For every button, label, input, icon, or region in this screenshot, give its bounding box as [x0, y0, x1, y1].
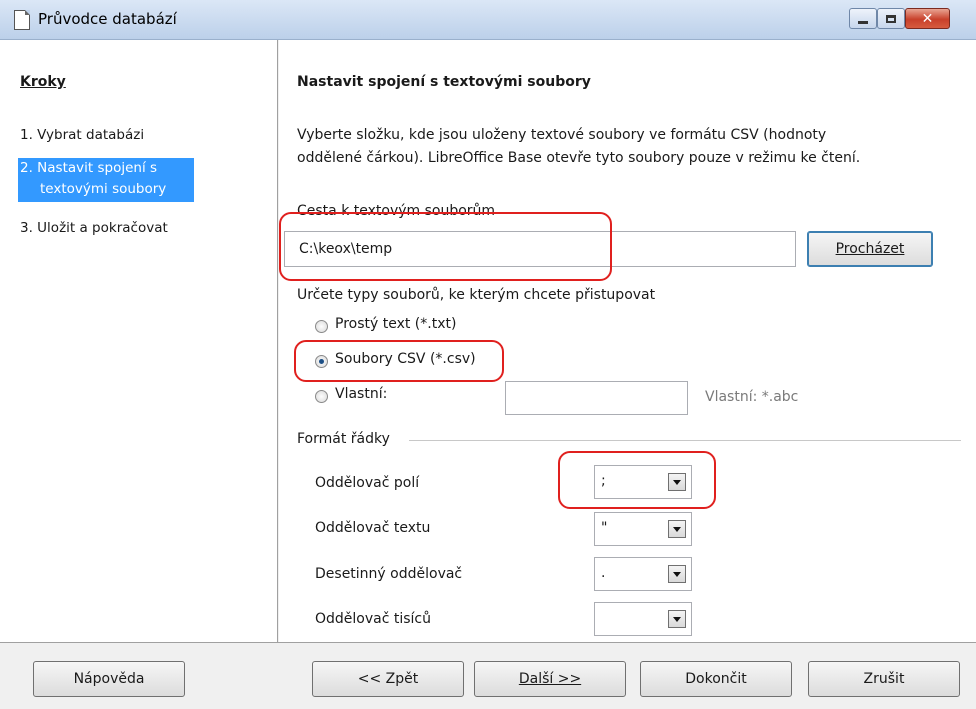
- finish-label: Dokončit: [685, 671, 747, 687]
- help-label: Nápověda: [73, 671, 145, 687]
- steps-heading: Kroky: [20, 74, 66, 90]
- chevron-down-icon[interactable]: [668, 610, 686, 628]
- description: Vyberte složku, kde jsou uloženy textové…: [297, 124, 957, 170]
- annotation-field-separator: [558, 451, 716, 509]
- description-line2: oddělené čárkou). LibreOffice Base otevř…: [297, 150, 861, 166]
- cancel-label: Zrušit: [863, 671, 905, 687]
- thousands-separator-label: Oddělovač tisíců: [315, 611, 432, 627]
- chevron-down-icon[interactable]: [668, 565, 686, 583]
- help-button[interactable]: Nápověda: [33, 661, 185, 697]
- minimize-button[interactable]: [849, 8, 877, 29]
- custom-extension-input[interactable]: [505, 381, 688, 415]
- row-format-label: Formát řádky: [297, 431, 390, 447]
- filetype-label: Určete typy souborů, ke kterým chcete př…: [297, 287, 656, 303]
- window-title: Průvodce databází: [38, 10, 177, 28]
- step-select-database[interactable]: 1. Vybrat databázi: [20, 125, 144, 146]
- text-separator-label: Oddělovač textu: [315, 520, 431, 536]
- chevron-down-icon[interactable]: [668, 520, 686, 538]
- row-format-divider: [409, 440, 961, 441]
- maximize-icon: [886, 14, 896, 23]
- next-label: Další >>: [518, 671, 582, 687]
- description-line1: Vyberte složku, kde jsou uloženy textové…: [297, 127, 827, 143]
- close-icon: ✕: [921, 10, 934, 27]
- title-bar: Průvodce databází ✕: [0, 0, 976, 40]
- steps-panel: Kroky 1. Vybrat databázi 2. Nastavit spo…: [0, 40, 278, 642]
- back-label: << Zpět: [357, 671, 419, 687]
- decimal-separator-label: Desetinný oddělovač: [315, 566, 463, 582]
- finish-button[interactable]: Dokončit: [640, 661, 792, 697]
- next-button[interactable]: Další >>: [474, 661, 626, 697]
- step-label-line1: 2. Nastavit spojení s: [20, 160, 158, 176]
- minimize-icon: [858, 21, 868, 24]
- document-icon: [14, 10, 30, 30]
- custom-hint: Vlastní: *.abc: [705, 389, 799, 405]
- radio-plain-text-label[interactable]: Prostý text (*.txt): [335, 316, 456, 332]
- annotation-csv: [294, 340, 504, 382]
- step-text-connection[interactable]: 2. Nastavit spojení s textovými soubory: [18, 158, 194, 202]
- back-button[interactable]: << Zpět: [312, 661, 464, 697]
- step-label-line2: textovými soubory: [40, 181, 167, 197]
- browse-button[interactable]: Procházet: [807, 231, 933, 267]
- cancel-button[interactable]: Zrušit: [808, 661, 960, 697]
- decimal-separator-value: .: [601, 565, 606, 581]
- radio-custom[interactable]: [315, 390, 328, 403]
- maximize-button[interactable]: [877, 8, 905, 29]
- close-button[interactable]: ✕: [905, 8, 950, 29]
- browse-label: Procházet: [835, 241, 905, 257]
- annotation-path: [279, 212, 612, 281]
- text-separator-select[interactable]: ": [594, 512, 692, 546]
- radio-custom-label[interactable]: Vlastní:: [335, 386, 387, 402]
- step-save-continue[interactable]: 3. Uložit a pokračovat: [20, 218, 168, 239]
- decimal-separator-select[interactable]: .: [594, 557, 692, 591]
- text-separator-value: ": [601, 520, 608, 536]
- page-title: Nastavit spojení s textovými soubory: [297, 74, 591, 90]
- field-separator-label: Oddělovač polí: [315, 475, 420, 491]
- thousands-separator-select[interactable]: [594, 602, 692, 636]
- radio-plain-text[interactable]: [315, 320, 328, 333]
